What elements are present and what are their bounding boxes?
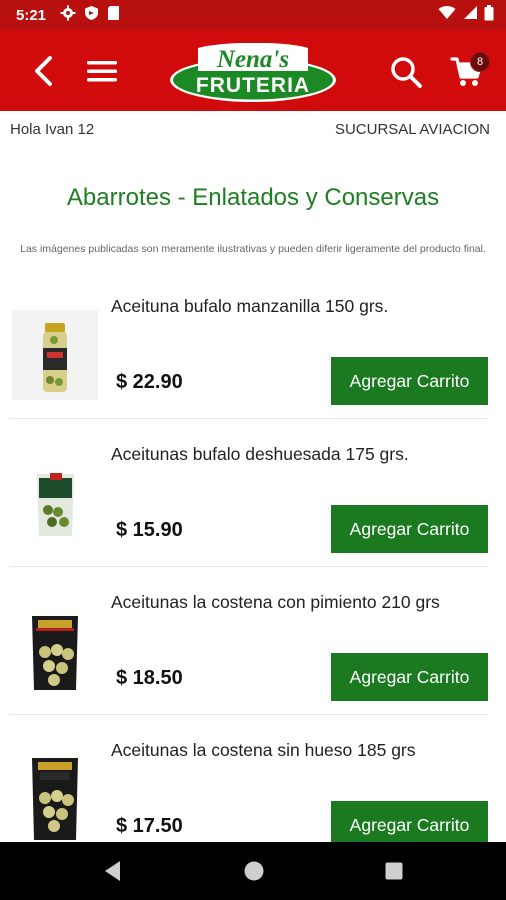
shield-icon bbox=[84, 5, 99, 26]
app-bar: Nena's FRUTERIA bbox=[0, 30, 506, 111]
product-name: Aceitunas la costena sin hueso 185 grs bbox=[111, 740, 416, 760]
olive-pouch-image[interactable] bbox=[10, 449, 100, 549]
product-name: Aceituna bufalo manzanilla 150 grs. bbox=[111, 296, 389, 316]
product-name: Aceitunas la costena con pimiento 210 gr… bbox=[111, 592, 440, 612]
back-button[interactable] bbox=[28, 52, 58, 90]
menu-button[interactable] bbox=[84, 54, 120, 88]
product-item[interactable]: Aceitunas la costena con pimiento 210 gr… bbox=[10, 591, 488, 739]
hamburger-icon bbox=[87, 61, 117, 82]
cart-count-badge: 8 bbox=[470, 52, 490, 72]
search-icon bbox=[391, 57, 422, 88]
add-to-cart-button[interactable]: Agregar Carrito bbox=[331, 505, 488, 553]
page-title: Abarrotes - Enlatados y Conservas bbox=[66, 184, 440, 211]
product-price: $ 18.50 bbox=[116, 667, 183, 689]
system-nav-bar bbox=[0, 842, 506, 900]
product-price: $ 17.50 bbox=[116, 815, 183, 837]
wifi-icon bbox=[438, 5, 456, 25]
logo-line2: FRUTERIA bbox=[196, 74, 310, 97]
signal-icon bbox=[462, 5, 478, 25]
product-item[interactable]: Aceituna bufalo manzanilla 150 grs. $ 22… bbox=[10, 295, 488, 443]
product-name: Aceitunas bufalo deshuesada 175 grs. bbox=[111, 444, 409, 464]
logo-line1: Nena's bbox=[216, 46, 289, 73]
gear-icon bbox=[60, 5, 76, 26]
status-bar: 5:21 bbox=[0, 0, 506, 30]
nav-home-icon[interactable] bbox=[243, 860, 265, 882]
divider bbox=[10, 714, 488, 715]
battery-icon bbox=[484, 4, 494, 26]
olive-jar-image[interactable] bbox=[10, 305, 100, 405]
divider bbox=[10, 418, 488, 419]
add-to-cart-button[interactable]: Agregar Carrito bbox=[331, 653, 488, 701]
brand-logo: Nena's FRUTERIA bbox=[168, 42, 338, 103]
sd-card-icon bbox=[107, 5, 120, 26]
branch-label[interactable]: SUCURSAL AVIACION bbox=[335, 121, 490, 138]
divider bbox=[10, 566, 488, 567]
user-greeting: Hola Ivan 12 bbox=[10, 121, 95, 138]
nav-back-icon[interactable] bbox=[100, 858, 126, 884]
olive-bag-image[interactable] bbox=[10, 749, 100, 849]
search-button[interactable] bbox=[386, 52, 426, 92]
nav-recents-icon[interactable] bbox=[384, 861, 404, 881]
product-price: $ 22.90 bbox=[116, 371, 183, 393]
chevron-left-icon bbox=[35, 56, 52, 86]
product-item[interactable]: Aceitunas bufalo deshuesada 175 grs. $ 1… bbox=[10, 443, 488, 591]
image-disclaimer: Las imágenes publicadas son meramente il… bbox=[20, 243, 486, 255]
status-time: 5:21 bbox=[16, 6, 47, 24]
add-to-cart-button[interactable]: Agregar Carrito bbox=[331, 357, 488, 405]
olive-bag-image[interactable] bbox=[10, 601, 100, 701]
product-price: $ 15.90 bbox=[116, 519, 183, 541]
